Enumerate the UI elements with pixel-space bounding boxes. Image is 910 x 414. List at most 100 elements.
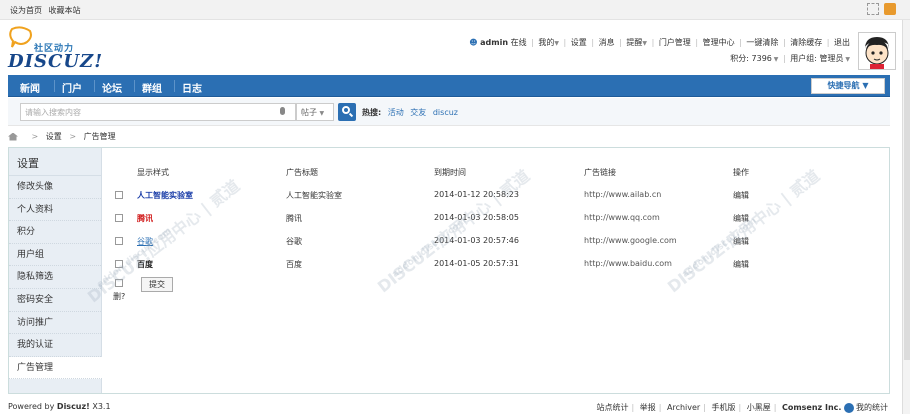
row-edit-link[interactable]: 编辑 [733, 213, 749, 224]
header-title: 广告标题 [286, 168, 318, 177]
search-input[interactable]: 请输入搜索内容 [20, 103, 296, 121]
version-text: X3.1 [92, 402, 111, 411]
header-expire: 到期时间 [434, 168, 466, 177]
clear-cache-link[interactable]: 清除缓存 [790, 38, 822, 47]
username-link[interactable]: admin [480, 38, 508, 47]
messages-link[interactable]: 消息 [599, 38, 615, 47]
stats-icon [844, 402, 854, 413]
nav-forum[interactable]: 论坛 [102, 80, 122, 95]
row-title: 人工智能实验室 [286, 191, 342, 200]
row-checkbox[interactable] [115, 260, 123, 268]
footer-report-link[interactable]: 举报 [640, 403, 656, 412]
online-status: 在线 [510, 38, 527, 47]
notifications-link[interactable]: 提醒 [626, 38, 642, 47]
sidebar-item-verify[interactable]: 我的认证 [9, 334, 101, 357]
quick-nav-button[interactable]: 快捷导航 ▼ [811, 78, 885, 94]
logout-link[interactable]: 退出 [834, 38, 850, 47]
header-style: 显示样式 [137, 168, 169, 177]
footer-links: 站点统计 | 举报 | Archiver | 手机版 | 小黑屋 | Comsenz In… [596, 402, 888, 413]
discuz-link[interactable]: Discuz! [57, 402, 90, 411]
scrollbar-thumb[interactable] [904, 60, 910, 360]
sidebar-item-profile[interactable]: 个人资料 [9, 199, 101, 222]
footer-mystats-link[interactable]: 我的统计 [856, 403, 888, 412]
breadcrumb: > 设置 > 广告管理 [8, 131, 116, 142]
credits-link[interactable]: 积分: 7396 [730, 54, 772, 63]
top-bar: 设为首页 收藏本站 [0, 0, 910, 20]
row-checkbox[interactable] [115, 237, 123, 245]
hot-searches: 热搜: 活动 交友 discuz [362, 107, 462, 118]
site-logo[interactable]: 社区动力 DISCUZ! [8, 26, 104, 72]
hot-link-discuz[interactable]: discuz [433, 108, 458, 117]
row-link[interactable]: http://www.qq.com [584, 213, 660, 222]
search-button[interactable] [338, 103, 356, 121]
rss-icon[interactable] [884, 3, 896, 15]
hot-link-dating[interactable]: 交友 [410, 108, 426, 117]
row-style[interactable]: 腾讯 [137, 213, 153, 224]
row-style[interactable]: 谷歌 [137, 236, 153, 247]
sidebar-item-credits[interactable]: 积分 [9, 221, 101, 244]
nav-portal[interactable]: 门户 [62, 80, 82, 95]
header-action: 操作 [733, 168, 749, 177]
my-menu[interactable]: 我的 [538, 38, 554, 47]
row-link[interactable]: http://www.google.com [584, 236, 677, 245]
microphone-icon[interactable] [280, 107, 285, 115]
hot-label: 热搜: [362, 108, 382, 117]
bookmark-site-link[interactable]: 收藏本站 [49, 6, 81, 15]
search-bar: 请输入搜索内容 帖子 ▼ 热搜: 活动 交友 discuz [8, 98, 890, 126]
table-row: 百度 百度 2014-01-05 20:57:31 http://www.bai… [113, 256, 813, 278]
home-icon[interactable] [8, 132, 18, 141]
submit-button[interactable]: 提交 [141, 277, 173, 292]
row-edit-link[interactable]: 编辑 [733, 236, 749, 247]
footer-blackroom-link[interactable]: 小黑屋 [747, 403, 771, 412]
select-all-checkbox[interactable] [115, 279, 123, 287]
sidebar-item-avatar[interactable]: 修改头像 [9, 176, 101, 199]
chevron-down-icon: ▼ [843, 56, 850, 63]
hot-link-activity[interactable]: 活动 [388, 108, 404, 117]
avatar[interactable] [858, 32, 896, 70]
one-click-clear-link[interactable]: 一键清除 [746, 38, 778, 47]
breadcrumb-settings[interactable]: 设置 [46, 132, 62, 141]
admin-center-link[interactable]: 管理中心 [703, 38, 735, 47]
page-scrollbar[interactable] [902, 20, 910, 414]
avatar-face-icon [865, 37, 889, 69]
row-edit-link[interactable]: 编辑 [733, 259, 749, 270]
chevron-down-icon: ▼ [862, 81, 869, 90]
settings-link[interactable]: 设置 [571, 38, 587, 47]
row-edit-link[interactable]: 编辑 [733, 190, 749, 201]
row-expire: 2014-01-12 20:58:23 [434, 190, 519, 199]
sidebar-item-password[interactable]: 密码安全 [9, 289, 101, 312]
nav-groups[interactable]: 群组 [142, 80, 162, 95]
sidebar-item-ad-manage[interactable]: 广告管理 [9, 356, 102, 380]
footer-company-link[interactable]: Comsenz Inc. [782, 403, 841, 412]
footer-archiver-link[interactable]: Archiver [667, 403, 700, 412]
row-checkbox[interactable] [115, 191, 123, 199]
row-style[interactable]: 百度 [137, 259, 153, 270]
row-link[interactable]: http://www.ailab.cn [584, 190, 661, 199]
chevron-down-icon: ▼ [642, 40, 648, 47]
sidebar-item-usergroup[interactable]: 用户组 [9, 244, 101, 267]
sidebar-item-privacy[interactable]: 隐私筛选 [9, 266, 101, 289]
powered-by-text: Powered by [8, 402, 55, 411]
breadcrumb-ad-manage[interactable]: 广告管理 [84, 132, 116, 141]
portal-manage-link[interactable]: 门户管理 [659, 38, 691, 47]
usergroup-link[interactable]: 用户组: 管理员 [790, 54, 843, 63]
row-style[interactable]: 人工智能实验室 [137, 190, 193, 201]
user-icon: ☻ [469, 38, 478, 47]
fullscreen-icon[interactable] [867, 3, 879, 15]
row-expire: 2014-01-05 20:57:31 [434, 259, 519, 268]
footer-mobile-link[interactable]: 手机版 [711, 403, 735, 412]
sidebar-item-promotion[interactable]: 访问推广 [9, 312, 101, 335]
row-expire: 2014-01-03 20:57:46 [434, 236, 519, 245]
footer-stats-link[interactable]: 站点统计 [596, 403, 628, 412]
search-type-select[interactable]: 帖子 ▼ [296, 103, 334, 121]
row-title: 腾讯 [286, 214, 302, 223]
row-checkbox[interactable] [115, 214, 123, 222]
nav-news[interactable]: 新闻 [20, 80, 40, 95]
table-row: 人工智能实验室 人工智能实验室 2014-01-12 20:58:23 http… [113, 187, 813, 209]
set-homepage-link[interactable]: 设为首页 [10, 6, 42, 15]
nav-blog[interactable]: 日志 [182, 80, 202, 95]
table-row: 谷歌 谷歌 2014-01-03 20:57:46 http://www.goo… [113, 233, 813, 255]
user-info: 积分: 7396 ▼ | 用户组: 管理员 ▼ [730, 54, 850, 63]
row-link[interactable]: http://www.baidu.com [584, 259, 672, 268]
chevron-down-icon: ▼ [771, 56, 779, 63]
